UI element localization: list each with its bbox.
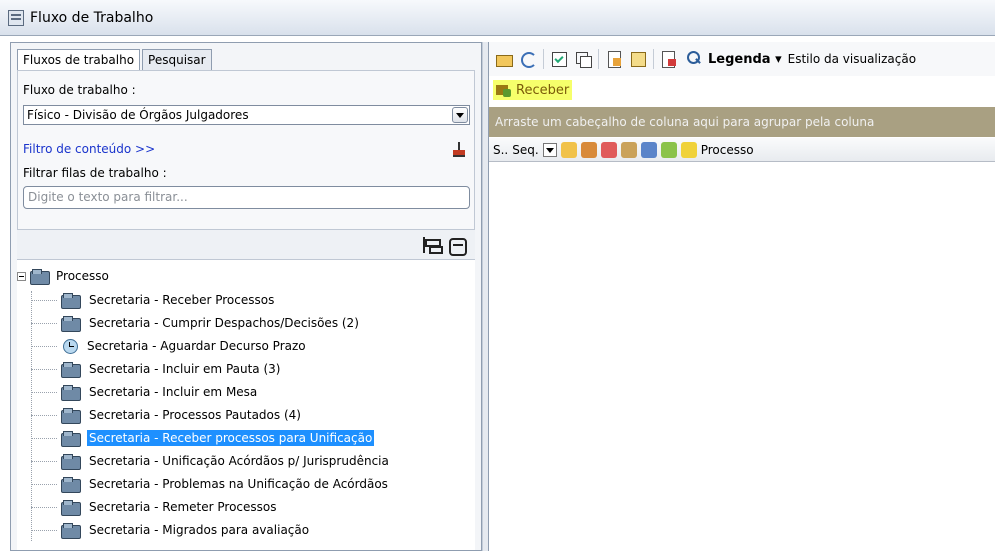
tree-item-label: Secretaria - Processos Pautados (4): [89, 408, 301, 422]
column-status[interactable]: S..: [493, 143, 508, 157]
tree-item-label: Secretaria - Incluir em Mesa: [89, 385, 258, 399]
workflow-tab-content: Fluxo de trabalho : Físico - Divisão de …: [17, 70, 475, 230]
folder-icon[interactable]: [580, 141, 597, 158]
right-panel: Legenda ▾ Estilo da visualização Receber…: [488, 42, 995, 551]
window-icon[interactable]: [574, 50, 592, 68]
window-titlebar: Fluxo de Trabalho: [0, 0, 995, 36]
receive-icon: [496, 83, 512, 97]
tree-item-label: Secretaria - Cumprir Despachos/Decisões …: [89, 316, 359, 330]
open-folder-icon[interactable]: [495, 50, 513, 68]
tree-item[interactable]: Secretaria - Incluir em Pauta (3): [31, 359, 282, 379]
window-title: Fluxo de Trabalho: [30, 9, 154, 26]
queue-filter-label: Filtrar filas de trabalho :: [23, 166, 167, 180]
right-toolbar: Legenda ▾ Estilo da visualização: [489, 42, 995, 76]
tree-item-label: Secretaria - Problemas na Unificação de …: [89, 477, 388, 491]
tab-search[interactable]: Pesquisar: [142, 49, 212, 71]
document-icon[interactable]: [605, 50, 623, 68]
tree-root-process[interactable]: Processo: [17, 266, 109, 286]
folder-icon: [61, 454, 81, 470]
toolbar-separator: [598, 49, 599, 69]
tree-item-selected[interactable]: Secretaria - Receber processos para Unif…: [31, 428, 375, 448]
pdf-document-icon[interactable]: [660, 50, 678, 68]
tab-workflows[interactable]: Fluxos de trabalho: [17, 49, 141, 71]
queue-filter-input[interactable]: Digite o texto para filtrar...: [23, 186, 470, 209]
folder-icon: [61, 523, 81, 539]
grid-column-header: S.. Seq. Processo: [489, 138, 995, 162]
tree-item[interactable]: Secretaria - Processos Pautados (4): [31, 405, 303, 425]
refresh-icon[interactable]: [519, 50, 537, 68]
tree-item-label: Secretaria - Receber processos para Unif…: [87, 430, 375, 446]
workflow-select-value: Físico - Divisão de Órgãos Julgadores: [27, 108, 249, 122]
attachment-icon[interactable]: [560, 141, 577, 158]
status-icon[interactable]: [680, 141, 697, 158]
tree-item[interactable]: Secretaria - Aguardar Decurso Prazo: [31, 336, 308, 356]
tree-item[interactable]: Secretaria - Unificação Acórdãos p/ Juri…: [31, 451, 391, 471]
clear-filter-icon[interactable]: [452, 142, 466, 157]
tree-item-label: Secretaria - Aguardar Decurso Prazo: [87, 339, 306, 353]
collapse-all-icon[interactable]: [449, 237, 467, 256]
link-icon[interactable]: [640, 141, 657, 158]
tree-item[interactable]: Secretaria - Cumprir Despachos/Decisões …: [31, 313, 361, 333]
note-icon[interactable]: [629, 50, 647, 68]
tree-root-label: Processo: [56, 269, 109, 283]
group-by-bar[interactable]: Arraste um cabeçalho de coluna aqui para…: [489, 107, 995, 137]
tree-item[interactable]: Secretaria - Receber Processos: [31, 290, 276, 310]
expand-all-icon[interactable]: [423, 236, 443, 254]
tree-item[interactable]: Secretaria - Remeter Processos: [31, 497, 279, 517]
tree-item[interactable]: Secretaria - Incluir em Mesa: [31, 382, 259, 402]
tree-item-label: Secretaria - Unificação Acórdãos p/ Juri…: [89, 454, 389, 468]
folder-icon: [61, 500, 81, 516]
tree-guide-line: [31, 291, 32, 541]
chevron-down-icon[interactable]: [452, 107, 468, 123]
workflow-tree: Processo Secretaria - Receber Processos …: [17, 260, 475, 550]
folder-icon: [61, 477, 81, 493]
collapse-node-icon[interactable]: [17, 271, 26, 281]
folder-icon: [61, 431, 81, 447]
app-window-icon: [8, 9, 24, 26]
receive-label: Receber: [516, 82, 570, 98]
toolbar-separator: [543, 49, 544, 69]
tree-toolbar: [17, 230, 475, 260]
tree-item-label: Secretaria - Receber Processos: [89, 293, 275, 307]
folder-icon: [61, 362, 81, 378]
clock-icon: [61, 338, 79, 354]
workflow-label: Fluxo de trabalho :: [23, 83, 136, 97]
tree-item[interactable]: Secretaria - Problemas na Unificação de …: [31, 474, 390, 494]
tree-item[interactable]: Secretaria - Migrados para avaliação: [31, 520, 311, 540]
folder-icon: [61, 408, 81, 424]
receive-button[interactable]: Receber: [493, 80, 573, 100]
checklist-icon[interactable]: [550, 50, 568, 68]
column-process[interactable]: Processo: [701, 143, 754, 157]
tree-item-label: Secretaria - Incluir em Pauta (3): [89, 362, 281, 376]
folder-icon: [61, 293, 81, 309]
tree-item-label: Secretaria - Remeter Processos: [89, 500, 277, 514]
left-tabs: Fluxos de trabalho Pesquisar: [17, 49, 214, 71]
people-icon[interactable]: [620, 141, 637, 158]
folder-icon: [30, 269, 50, 285]
column-seq[interactable]: Seq.: [512, 143, 538, 157]
left-panel: Fluxos de trabalho Pesquisar Fluxo de tr…: [10, 42, 482, 551]
column-filter-icon[interactable]: [542, 142, 557, 157]
view-style-label[interactable]: Estilo da visualização: [788, 52, 916, 66]
folder-icon: [61, 385, 81, 401]
workflow-select[interactable]: Físico - Divisão de Órgãos Julgadores: [23, 105, 470, 125]
chevron-down-icon: ▾: [775, 51, 782, 67]
folder-open-icon[interactable]: [660, 141, 677, 158]
tree-item-label: Secretaria - Migrados para avaliação: [89, 523, 310, 537]
legend-label: Legenda: [708, 51, 771, 67]
tag-icon[interactable]: [600, 141, 617, 158]
search-icon[interactable]: [684, 50, 702, 68]
legend-button[interactable]: Legenda ▾: [708, 52, 782, 67]
content-filter-link[interactable]: Filtro de conteúdo >>: [23, 142, 155, 156]
folder-icon: [61, 316, 81, 332]
toolbar-separator: [653, 49, 654, 69]
